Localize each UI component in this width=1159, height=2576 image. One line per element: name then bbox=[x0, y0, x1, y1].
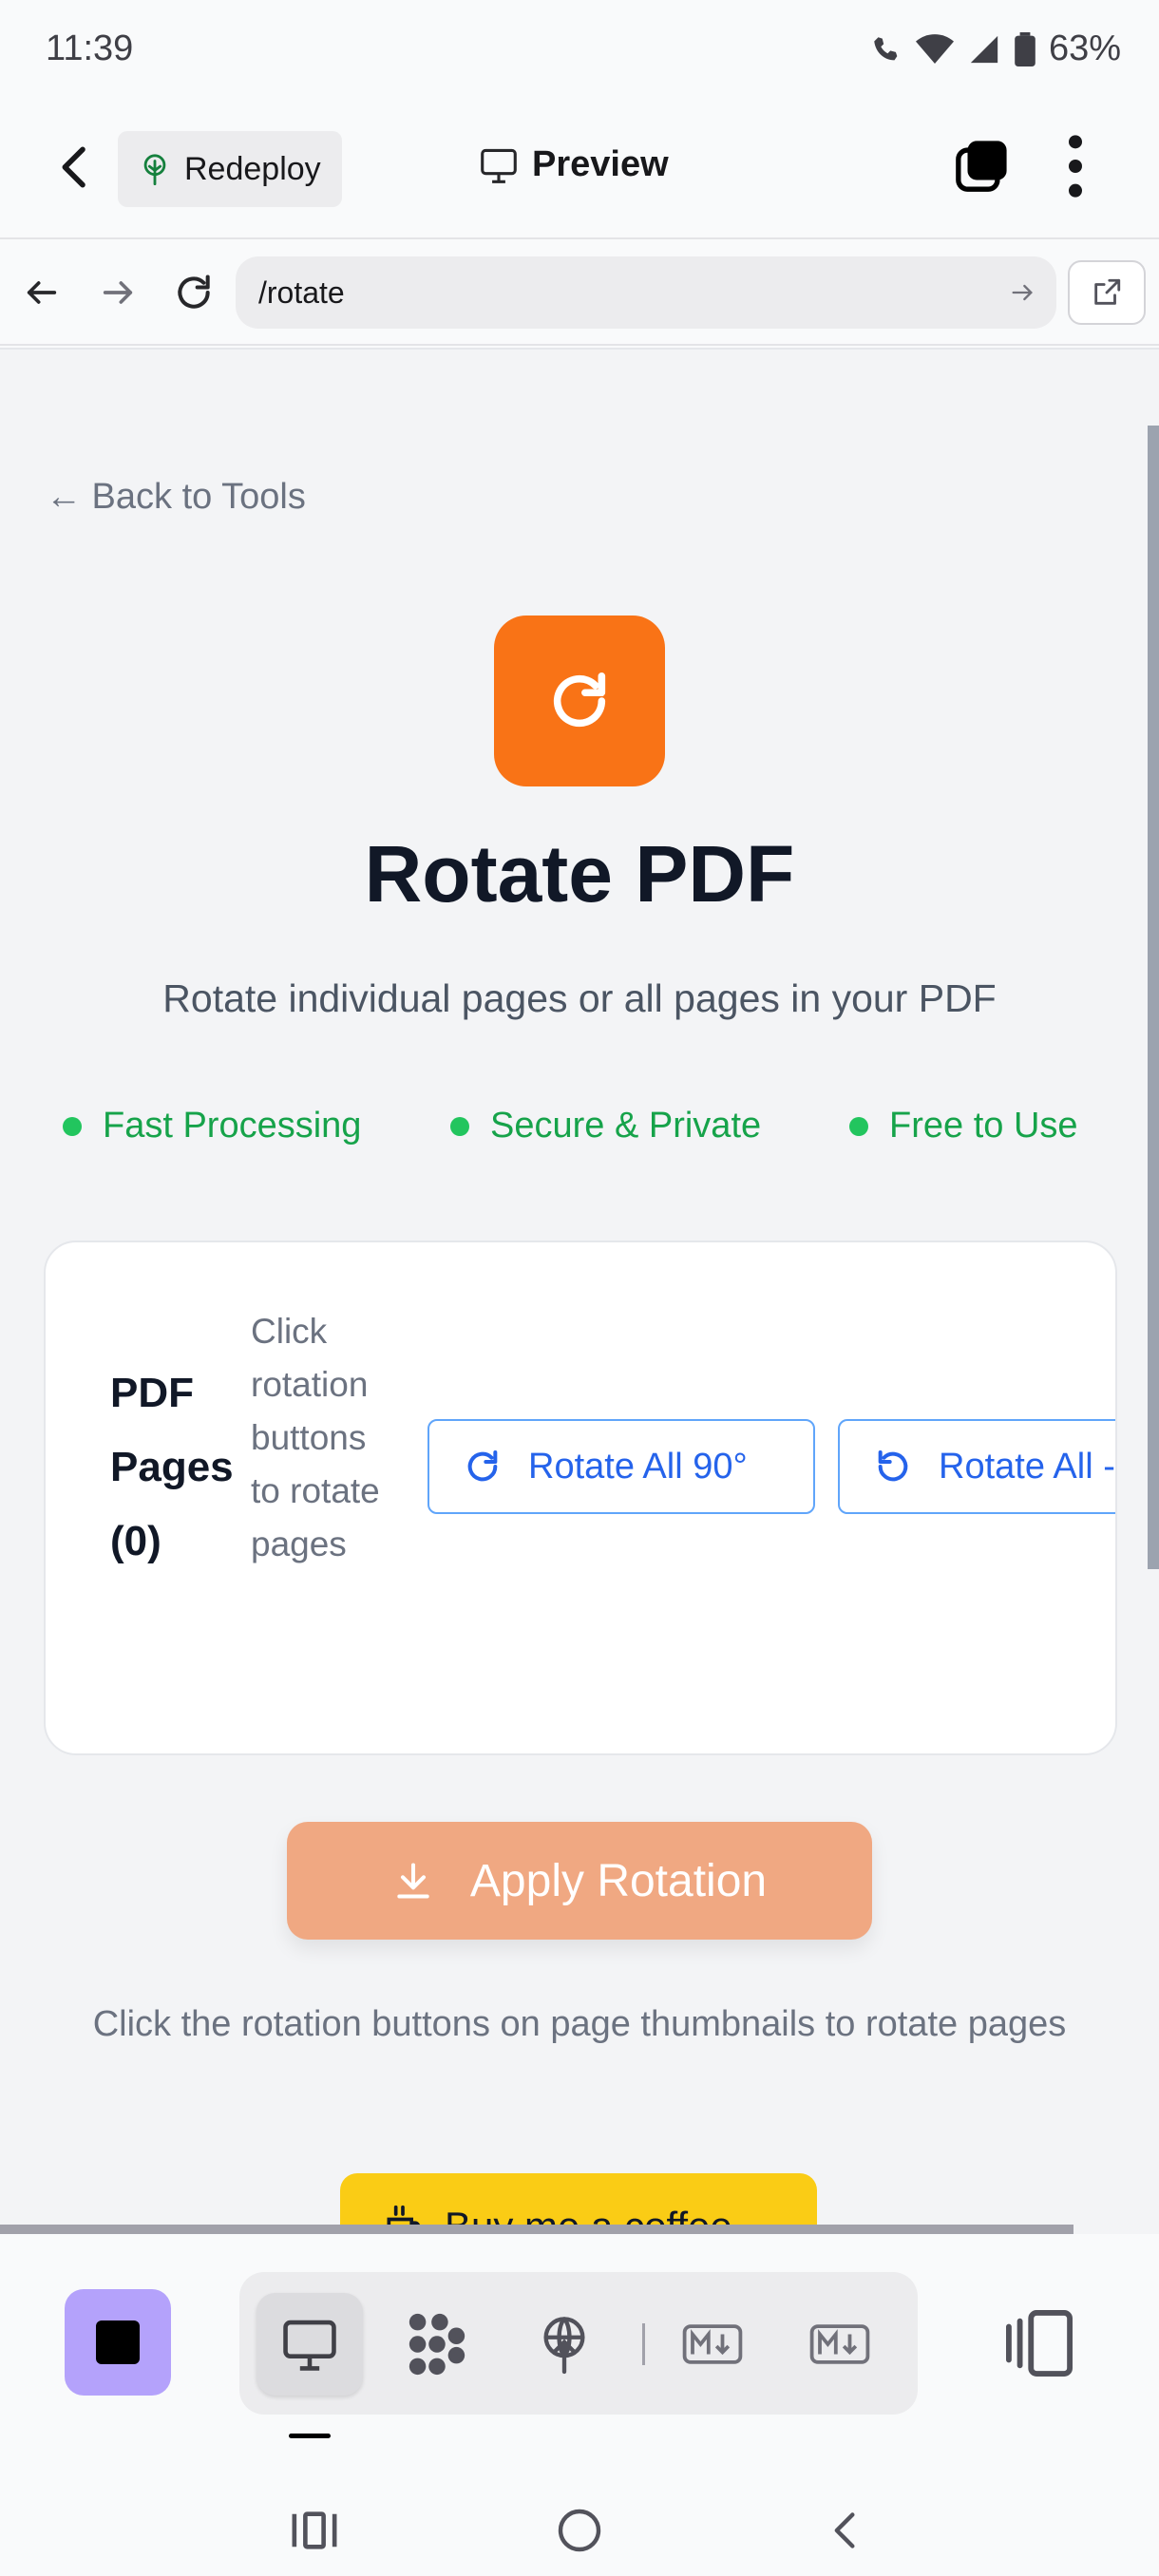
active-view-indicator bbox=[289, 2434, 331, 2438]
feature-label: Free to Use bbox=[889, 1106, 1078, 1146]
download-icon bbox=[397, 1863, 429, 1899]
app-header: Redeploy Preview bbox=[0, 95, 1159, 239]
recents-icon[interactable] bbox=[291, 2510, 338, 2551]
markdown-view-button[interactable] bbox=[659, 2293, 766, 2396]
rotate-cw-icon bbox=[467, 1450, 498, 1482]
desktop-icon bbox=[283, 2320, 336, 2371]
home-icon[interactable] bbox=[557, 2508, 602, 2553]
pdf-pages-title-line: Pages bbox=[110, 1444, 234, 1490]
rotate-cw-icon bbox=[553, 672, 606, 728]
battery-icon bbox=[1015, 31, 1036, 66]
pdf-pages-title-line: PDF bbox=[110, 1370, 194, 1416]
arrow-left-icon[interactable] bbox=[23, 274, 61, 312]
page-subtitle: Rotate individual pages or all pages in … bbox=[162, 976, 997, 1020]
signal-icon bbox=[970, 35, 998, 63]
deploy-icon bbox=[543, 2317, 585, 2375]
dot-icon bbox=[450, 1116, 469, 1136]
battery-level: 63% bbox=[1048, 28, 1121, 68]
feature-free-to-use: Free to Use bbox=[849, 1106, 1078, 1146]
pdf-pages-title: PDF Pages (0) bbox=[110, 1356, 234, 1579]
status-icons: 63% bbox=[870, 28, 1121, 69]
url-input[interactable]: /rotate bbox=[236, 256, 1056, 329]
arrow-right-icon[interactable] bbox=[99, 274, 137, 312]
toolbar-separator bbox=[642, 2323, 645, 2365]
open-external-button[interactable] bbox=[1068, 260, 1146, 325]
back-icon[interactable] bbox=[49, 141, 103, 194]
wifi-icon bbox=[915, 33, 954, 64]
feature-fast-processing: Fast Processing bbox=[63, 1106, 361, 1146]
rotate-all-cw-button[interactable]: Rotate All 90° bbox=[428, 1419, 815, 1514]
go-icon[interactable] bbox=[1009, 279, 1036, 306]
apply-rotation-label: Apply Rotation bbox=[469, 1855, 768, 1906]
pdf-pages-count: (0) bbox=[110, 1518, 162, 1564]
dot-icon bbox=[849, 1116, 868, 1136]
stop-icon bbox=[96, 2320, 140, 2364]
system-back-icon[interactable] bbox=[825, 2510, 866, 2551]
rotate-all-cw-label: Rotate All 90° bbox=[528, 1446, 748, 1487]
horizontal-scrollbar[interactable] bbox=[0, 2225, 1074, 2234]
markdown-icon bbox=[682, 2324, 743, 2364]
rotate-all-ccw-button[interactable]: Rotate All -90° bbox=[838, 1419, 1115, 1514]
rotate-all-ccw-label: Rotate All -90° bbox=[939, 1446, 1115, 1487]
call-icon bbox=[874, 36, 898, 60]
redeploy-label: Redeploy bbox=[184, 150, 321, 187]
view-switcher bbox=[239, 2272, 918, 2415]
preview-label: Preview bbox=[532, 144, 669, 184]
preview-tab[interactable]: Preview bbox=[479, 144, 669, 185]
stop-button[interactable] bbox=[65, 2289, 171, 2396]
feature-label: Fast Processing bbox=[103, 1106, 362, 1146]
rotate-tool-badge bbox=[494, 616, 665, 786]
redeploy-button[interactable]: Redeploy bbox=[118, 131, 342, 207]
dot-icon bbox=[63, 1116, 82, 1136]
preview-content: ← Back to Tools Rotate PDF Rotate indivi… bbox=[0, 348, 1159, 2247]
tabs-icon[interactable] bbox=[954, 139, 1009, 194]
tree-icon bbox=[143, 154, 166, 185]
external-link-icon bbox=[1094, 278, 1121, 305]
deploy-view-button[interactable] bbox=[511, 2293, 618, 2396]
devices-icon[interactable] bbox=[1003, 2310, 1075, 2377]
cluster-icon bbox=[408, 2313, 466, 2376]
reload-icon[interactable] bbox=[173, 272, 215, 313]
feature-secure-private: Secure & Private bbox=[450, 1106, 761, 1146]
markdown-icon bbox=[809, 2324, 870, 2364]
bottom-toolbar bbox=[0, 2234, 1159, 2472]
rotate-ccw-icon bbox=[878, 1450, 908, 1482]
apply-note: Click the rotation buttons on page thumb… bbox=[92, 2004, 1067, 2044]
system-navigation-bar bbox=[0, 2472, 1159, 2576]
feature-label: Secure & Private bbox=[490, 1106, 762, 1146]
status-bar: 11:39 63% bbox=[0, 0, 1159, 95]
rotation-hint: Click rotation buttons to rotate pages bbox=[251, 1312, 380, 1563]
page-title: Rotate PDF bbox=[364, 829, 795, 919]
back-to-tools-link[interactable]: ← Back to Tools bbox=[46, 477, 306, 518]
cluster-view-button[interactable] bbox=[384, 2293, 490, 2396]
pdf-pages-card: PDF Pages (0) Click rotation buttons to … bbox=[44, 1241, 1117, 1755]
vertical-scrollbar[interactable] bbox=[1148, 426, 1159, 1569]
apply-rotation-button[interactable]: Apply Rotation bbox=[287, 1822, 872, 1940]
desktop-view-button[interactable] bbox=[256, 2293, 363, 2396]
status-time: 11:39 bbox=[46, 28, 134, 68]
more-vertical-icon[interactable] bbox=[1056, 133, 1094, 199]
url-bar: /rotate bbox=[0, 239, 1159, 346]
markdown-export-button[interactable] bbox=[787, 2293, 893, 2396]
monitor-icon bbox=[481, 148, 517, 183]
url-path: /rotate bbox=[258, 275, 345, 310]
